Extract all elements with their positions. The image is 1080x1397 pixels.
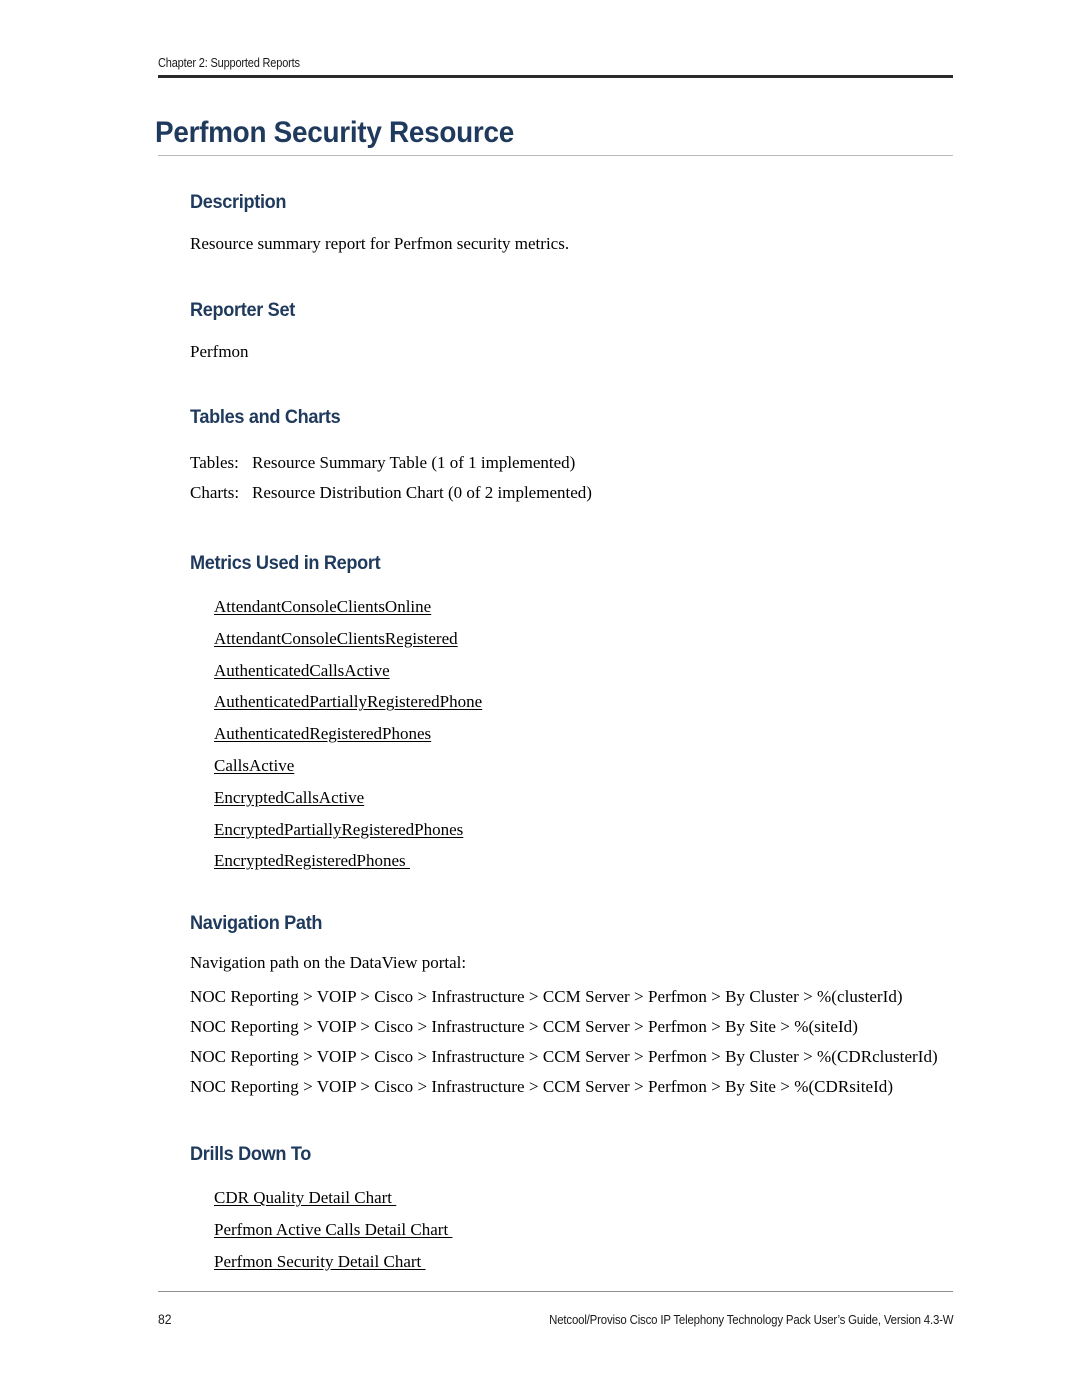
description-text: Resource summary report for Perfmon secu…	[190, 234, 570, 253]
section-reporter-set: Reporter Set Perfmon	[190, 298, 960, 363]
page-footer: 82 Netcool/Proviso Cisco IP Telephony Te…	[158, 1312, 953, 1327]
header-divider	[158, 75, 953, 78]
metric-link[interactable]: EncryptedCallsActive	[214, 788, 364, 807]
tables-row-value: Resource Summary Table (1 of 1 implement…	[252, 453, 576, 472]
metric-link[interactable]: EncryptedRegisteredPhones	[214, 851, 410, 870]
drill-down-link[interactable]: Perfmon Security Detail Chart	[214, 1252, 426, 1271]
list-item: Perfmon Active Calls Detail Chart	[214, 1214, 960, 1246]
list-item: Perfmon Security Detail Chart	[214, 1246, 960, 1278]
metric-link[interactable]: AttendantConsoleClientsOnline	[214, 597, 431, 616]
running-header: Chapter 2: Supported Reports	[158, 56, 953, 70]
heading-navigation-path: Navigation Path	[190, 912, 323, 935]
navigation-path-line: NOC Reporting > VOIP > Cisco > Infrastru…	[190, 1017, 858, 1037]
metric-link[interactable]: AuthenticatedRegisteredPhones	[214, 724, 431, 743]
navigation-path-line: NOC Reporting > VOIP > Cisco > Infrastru…	[190, 1077, 894, 1097]
title-divider	[158, 155, 953, 156]
tables-and-charts-rows: Tables: Resource Summary Table (1 of 1 i…	[190, 448, 960, 508]
metrics-list: AttendantConsoleClientsOnline AttendantC…	[190, 591, 960, 877]
list-item: AuthenticatedRegisteredPhones	[214, 718, 960, 750]
section-metrics-used: Metrics Used in Report AttendantConsoleC…	[190, 551, 960, 877]
heading-tables-and-charts: Tables and Charts	[190, 406, 341, 428]
drill-down-link[interactable]: Perfmon Active Calls Detail Chart	[214, 1220, 452, 1239]
heading-drills-down-to: Drills Down To	[190, 1143, 312, 1166]
section-drills-down-to: Drills Down To CDR Quality Detail Chart …	[190, 1142, 960, 1277]
guide-title: Netcool/Proviso Cisco IP Telephony Techn…	[548, 1312, 953, 1327]
page-title: Perfmon Security Resource	[155, 116, 514, 149]
list-item: CallsActive	[214, 750, 960, 782]
metric-link[interactable]: AttendantConsoleClientsRegistered	[214, 629, 458, 648]
page-number: 82	[158, 1312, 172, 1327]
section-description: Description Resource summary report for …	[190, 190, 960, 255]
list-item: AuthenticatedCallsActive	[214, 655, 960, 687]
heading-reporter-set: Reporter Set	[190, 299, 295, 321]
navigation-path-line: NOC Reporting > VOIP > Cisco > Infrastru…	[190, 1047, 938, 1067]
content-column: Description Resource summary report for …	[190, 190, 960, 1278]
heading-description: Description	[190, 191, 287, 213]
tables-row-label: Tables:	[190, 453, 239, 472]
section-navigation-path: Navigation Path Navigation path on the D…	[190, 911, 960, 1102]
list-item: AttendantConsoleClientsOnline	[214, 591, 960, 623]
tables-row: Tables: Resource Summary Table (1 of 1 i…	[190, 448, 960, 478]
section-tables-and-charts: Tables and Charts Tables: Resource Summa…	[190, 405, 960, 508]
list-item: AttendantConsoleClientsRegistered	[214, 623, 960, 655]
drills-down-list: CDR Quality Detail Chart Perfmon Active …	[190, 1182, 960, 1277]
footer-divider	[158, 1291, 953, 1292]
reporter-set-text: Perfmon	[190, 342, 249, 361]
list-item: AuthenticatedPartiallyRegisteredPhone	[214, 686, 960, 718]
tables-row-label: Charts:	[190, 483, 240, 502]
list-item: EncryptedRegisteredPhones	[214, 845, 960, 877]
tables-row-value: Resource Distribution Chart (0 of 2 impl…	[252, 483, 592, 502]
document-page: Chapter 2: Supported Reports Perfmon Sec…	[0, 0, 1080, 1397]
navigation-path-intro: Navigation path on the DataView portal:	[190, 953, 467, 973]
metric-link[interactable]: EncryptedPartiallyRegisteredPhones	[214, 820, 463, 839]
metric-link[interactable]: CallsActive	[214, 756, 294, 775]
navigation-path-line: NOC Reporting > VOIP > Cisco > Infrastru…	[190, 987, 903, 1007]
chapter-label: Chapter 2: Supported Reports	[158, 56, 300, 70]
tables-row: Charts: Resource Distribution Chart (0 o…	[190, 478, 960, 508]
metric-link[interactable]: AuthenticatedCallsActive	[214, 661, 390, 680]
list-item: EncryptedCallsActive	[214, 782, 960, 814]
drill-down-link[interactable]: CDR Quality Detail Chart	[214, 1188, 396, 1207]
list-item: EncryptedPartiallyRegisteredPhones	[214, 814, 960, 846]
heading-metrics-used: Metrics Used in Report	[190, 552, 381, 574]
metric-link[interactable]: AuthenticatedPartiallyRegisteredPhone	[214, 692, 482, 711]
navigation-path-list: NOC Reporting > VOIP > Cisco > Infrastru…	[190, 982, 960, 1102]
list-item: CDR Quality Detail Chart	[214, 1182, 960, 1214]
